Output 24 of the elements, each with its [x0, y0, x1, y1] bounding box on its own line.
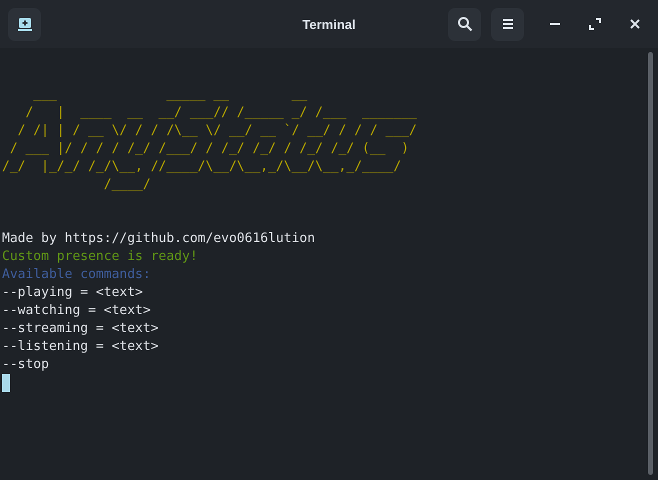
output-line: --listening = <text>	[2, 338, 160, 356]
ascii-art-line: / ___ |/ / / / /_/ /___/ / /_/ /_/ / /_/ /_/ (__ )	[8, 140, 410, 158]
ascii-art-line: / | ____ __ __/ ___// /_____ _/ /___ _______	[24, 104, 418, 122]
output-line: Available commands:	[2, 266, 152, 284]
new-tab-icon	[16, 16, 32, 32]
menu-icon	[500, 17, 514, 31]
ascii-art-line: ___ _____ __ __	[32, 86, 308, 104]
new-tab-button[interactable]	[8, 8, 41, 40]
output-line: --stop	[2, 356, 50, 374]
maximize-icon	[589, 18, 601, 30]
output-line: --watching = <text>	[2, 302, 152, 320]
output-line: --playing = <text>	[2, 284, 144, 302]
text-cursor	[2, 374, 10, 392]
ascii-art-line: /_/ |_/_/ /_/\__, //____/\__/\__,_/\__/\__,_/____/	[2, 158, 402, 176]
window-title: Terminal	[302, 16, 356, 32]
ascii-art-line: / /| | / __ \/ / / /\__ \/ __/ __ `/ __/ / / / ___/	[16, 122, 418, 140]
output-line: Custom presence is ready!	[2, 248, 199, 266]
menu-button[interactable]	[491, 8, 524, 40]
output-line: --streaming = <text>	[2, 320, 160, 338]
ascii-art-line: /____/	[102, 176, 152, 194]
close-icon	[629, 18, 641, 30]
output-line: Made by https://github.com/evo0616lution	[2, 230, 316, 248]
search-icon	[456, 16, 472, 32]
search-button[interactable]	[448, 8, 481, 40]
